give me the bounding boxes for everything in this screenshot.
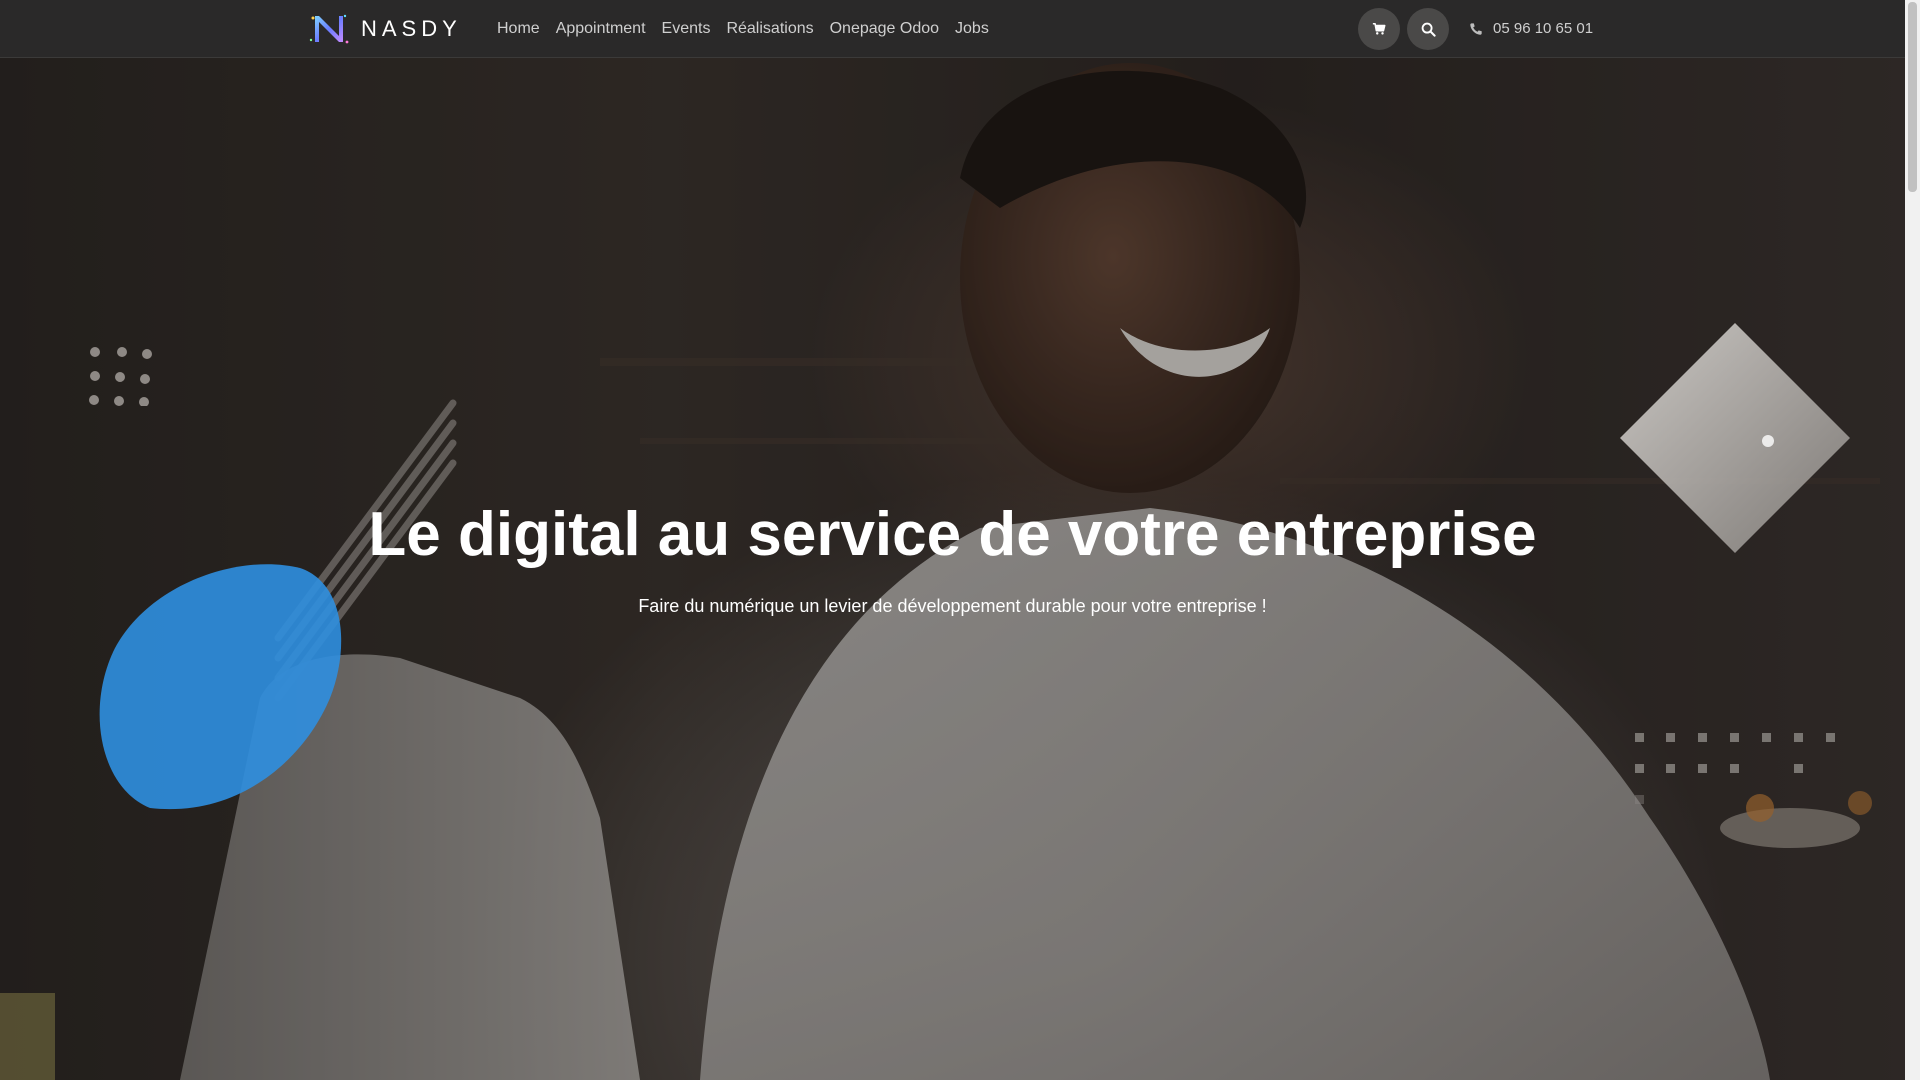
phone-link[interactable]: 05 96 10 65 01 [1469,0,1593,57]
menu-item-realisations: Réalisations [718,0,821,57]
scrollbar-thumb[interactable] [1908,2,1917,192]
nasdy-logo-icon [309,14,349,44]
brand-name: NASDY [361,16,462,41]
hero-banner: Le digital au service de votre entrepris… [0,58,1905,1080]
square-pattern-decoration [1635,733,1835,804]
top-navbar: NASDY Home Appointment Events Réalisatio… [0,0,1905,58]
search-icon [1421,22,1436,37]
brand-logo-link[interactable]: NASDY [305,8,462,50]
hero-title: Le digital au service de votre entrepris… [368,500,1537,569]
menu-item-onepage-odoo: Onepage Odoo [822,0,947,57]
nav-link-jobs[interactable]: Jobs [947,0,997,57]
dot-pattern-decoration [89,347,152,406]
main-menu: Home Appointment Events Réalisations One… [489,0,997,57]
hero-subtitle: Faire du numérique un levier de développ… [638,596,1267,616]
menu-item-jobs: Jobs [947,0,997,57]
menu-item-events: Events [654,0,719,57]
page: NASDY Home Appointment Events Réalisatio… [0,0,1905,1080]
page-scrollbar[interactable] [1905,0,1920,1080]
cart-button[interactable] [1358,8,1400,50]
nav-link-home[interactable]: Home [489,0,548,57]
menu-item-home: Home [489,0,548,57]
shopping-cart-icon [1372,22,1386,35]
nav-link-realisations[interactable]: Réalisations [718,0,821,57]
menu-item-appointment: Appointment [548,0,654,57]
nav-link-appointment[interactable]: Appointment [548,0,654,57]
nav-link-onepage-odoo[interactable]: Onepage Odoo [822,0,947,57]
phone-number: 05 96 10 65 01 [1493,20,1594,37]
search-button[interactable] [1407,8,1449,50]
phone-icon [1470,22,1482,35]
nav-link-events[interactable]: Events [654,0,719,57]
